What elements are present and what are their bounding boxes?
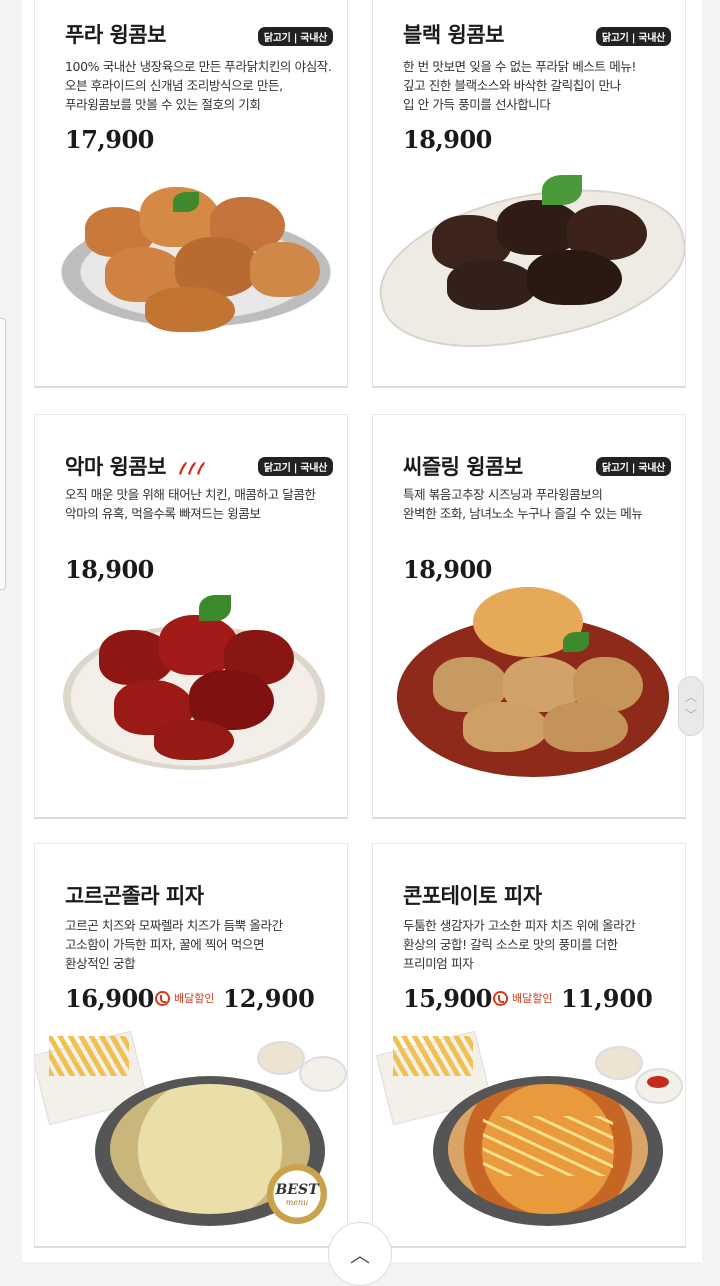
scroll-up-icon[interactable]: ︿ <box>685 688 697 706</box>
product-title: 푸라 윙콤보 <box>65 23 166 47</box>
delivery-discount-text: 배달할인 <box>512 992 553 1005</box>
chevron-up-icon: ︿ <box>350 1243 370 1267</box>
scroll-to-top-button[interactable]: ︿ <box>328 1222 392 1286</box>
delivery-discount-label: 배달할인 <box>493 990 552 1006</box>
product-description: 두툼한 생감자가 고소한 피자 치즈 위에 올라간 환상의 궁합! 갈릭 소스로… <box>403 918 636 971</box>
origin-badge: 닭고기 | 국내산 <box>595 457 671 476</box>
discounted-price: 12,900 <box>223 984 315 1013</box>
origin-badge: 닭고기 | 국내산 <box>257 27 333 46</box>
product-description: 고르곤 치즈와 모짜렐라 치즈가 듬뿍 올라간 고소함이 가득한 피자, 꿀에 … <box>65 918 283 971</box>
product-price: 18,900 <box>65 555 154 584</box>
best-badge-text: BEST <box>275 1181 319 1198</box>
original-price: 16,900 <box>65 984 154 1013</box>
product-title: 블랙 윙콤보 <box>403 23 504 47</box>
product-description: 특제 볶음고추장 시즈닝과 푸라윙콤보의 완벽한 조화, 남녀노소 누구나 즐길… <box>403 487 643 521</box>
origin-badge: 닭고기 | 국내산 <box>257 457 333 476</box>
delivery-discount-label: 배달할인 <box>155 990 214 1006</box>
product-title-wrapper: 악마 윙콤보 <box>65 451 207 481</box>
product-price: 17,900 <box>65 125 154 154</box>
origin-badge: 닭고기 | 국내산 <box>595 27 671 46</box>
chili-pepper-icon <box>178 462 205 475</box>
scroll-down-icon[interactable]: ﹀ <box>685 706 697 724</box>
product-description: 100% 국내산 냉장육으로 만든 푸라닭치킨의 야심작. 오븐 후라이드의 신… <box>65 59 332 112</box>
product-card-pura-wing-combo[interactable]: 푸라 윙콤보 닭고기 | 국내산 100% 국내산 냉장육으로 만든 푸라닭치킨… <box>34 0 348 388</box>
product-title: 악마 윙콤보 <box>65 455 166 479</box>
delivery-discount-text: 배달할인 <box>174 992 215 1005</box>
product-price: 18,900 <box>403 125 492 154</box>
best-badge-sub: menu <box>285 1197 309 1207</box>
edge-panel-handle[interactable] <box>0 318 6 590</box>
product-card-black-wing-combo[interactable]: 블랙 윙콤보 닭고기 | 국내산 한 번 맛보면 잊을 수 없는 푸라닭 베스트… <box>372 0 686 388</box>
scroll-control[interactable]: ︿ ﹀ <box>678 676 704 736</box>
product-description: 한 번 맛보면 잊을 수 없는 푸라닭 베스트 메뉴! 깊고 진한 블랙소스와 … <box>403 59 636 112</box>
product-image <box>55 177 337 352</box>
discounted-price: 11,900 <box>561 984 653 1013</box>
product-card-devil-wing-combo[interactable]: 악마 윙콤보 닭고기 | 국내산 오직 매운 맛을 위해 태어난 치킨, 매콤하… <box>34 414 348 819</box>
product-image <box>373 1030 685 1246</box>
best-menu-badge: BEST menu <box>267 1164 327 1224</box>
original-price: 15,900 <box>403 984 492 1013</box>
product-title: 콘포테이토 피자 <box>403 884 542 908</box>
product-title: 씨즐링 윙콤보 <box>403 455 523 479</box>
product-title: 고르곤졸라 피자 <box>65 884 204 908</box>
product-image <box>59 595 331 775</box>
product-image <box>393 587 673 783</box>
phone-icon <box>155 990 170 1006</box>
product-card-corn-potato-pizza[interactable]: 콘포테이토 피자 두툼한 생감자가 고소한 피자 치즈 위에 올라간 환상의 궁… <box>372 843 686 1248</box>
product-card-sizzling-wing-combo[interactable]: 씨즐링 윙콤보 닭고기 | 국내산 특제 볶음고추장 시즈닝과 푸라윙콤보의 완… <box>372 414 686 819</box>
product-image: BEST menu <box>35 1030 347 1246</box>
product-price: 18,900 <box>403 555 492 584</box>
product-card-gorgonzola-pizza[interactable]: 고르곤졸라 피자 고르곤 치즈와 모짜렐라 치즈가 듬뿍 올라간 고소함이 가득… <box>34 843 348 1248</box>
product-description: 오직 매운 맛을 위해 태어난 치킨, 매콤하고 달콤한 악마의 유혹, 먹을수… <box>65 487 316 521</box>
product-image <box>373 164 685 370</box>
phone-icon <box>493 990 508 1006</box>
